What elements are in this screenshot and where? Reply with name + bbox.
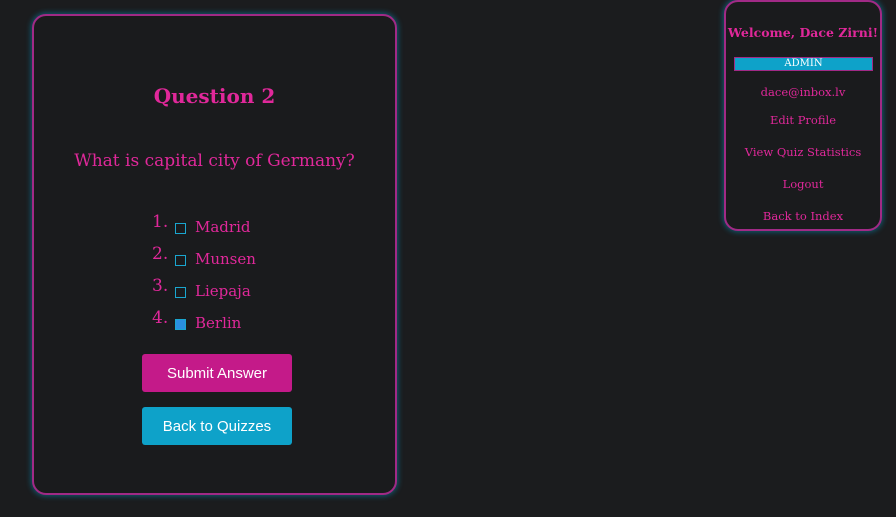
quiz-card: Question 2 What is capital city of Germa… — [32, 14, 397, 495]
option-number: 1. — [152, 212, 169, 232]
option-number: 2. — [152, 244, 169, 264]
option-checkbox[interactable] — [175, 287, 186, 298]
user-email: dace@inbox.lv — [760, 85, 846, 99]
welcome-message: Welcome, Dace Zirni! — [727, 25, 879, 40]
question-text: What is capital city of Germany? — [74, 151, 355, 171]
submit-answer-button[interactable]: Submit Answer — [142, 354, 292, 392]
option-checkbox[interactable] — [175, 319, 186, 330]
back-to-index-link[interactable]: Back to Index — [726, 209, 880, 223]
option-label: Liepaja — [195, 282, 251, 300]
option-checkbox[interactable] — [175, 223, 186, 234]
option-label: Munsen — [195, 250, 256, 268]
question-title: Question 2 — [153, 84, 276, 108]
option-number: 4. — [152, 308, 169, 328]
option-checkbox[interactable] — [175, 255, 186, 266]
view-quiz-statistics-link[interactable]: View Quiz Statistics — [726, 145, 880, 159]
back-to-quizzes-button[interactable]: Back to Quizzes — [142, 407, 292, 445]
option-label: Berlin — [195, 314, 242, 332]
user-panel: Welcome, Dace Zirni! ADMIN dace@inbox.lv… — [724, 0, 882, 231]
logout-link[interactable]: Logout — [726, 177, 880, 191]
edit-profile-link[interactable]: Edit Profile — [726, 113, 880, 127]
option-number: 3. — [152, 276, 169, 296]
role-badge: ADMIN — [734, 57, 873, 71]
option-label: Madrid — [195, 218, 251, 236]
